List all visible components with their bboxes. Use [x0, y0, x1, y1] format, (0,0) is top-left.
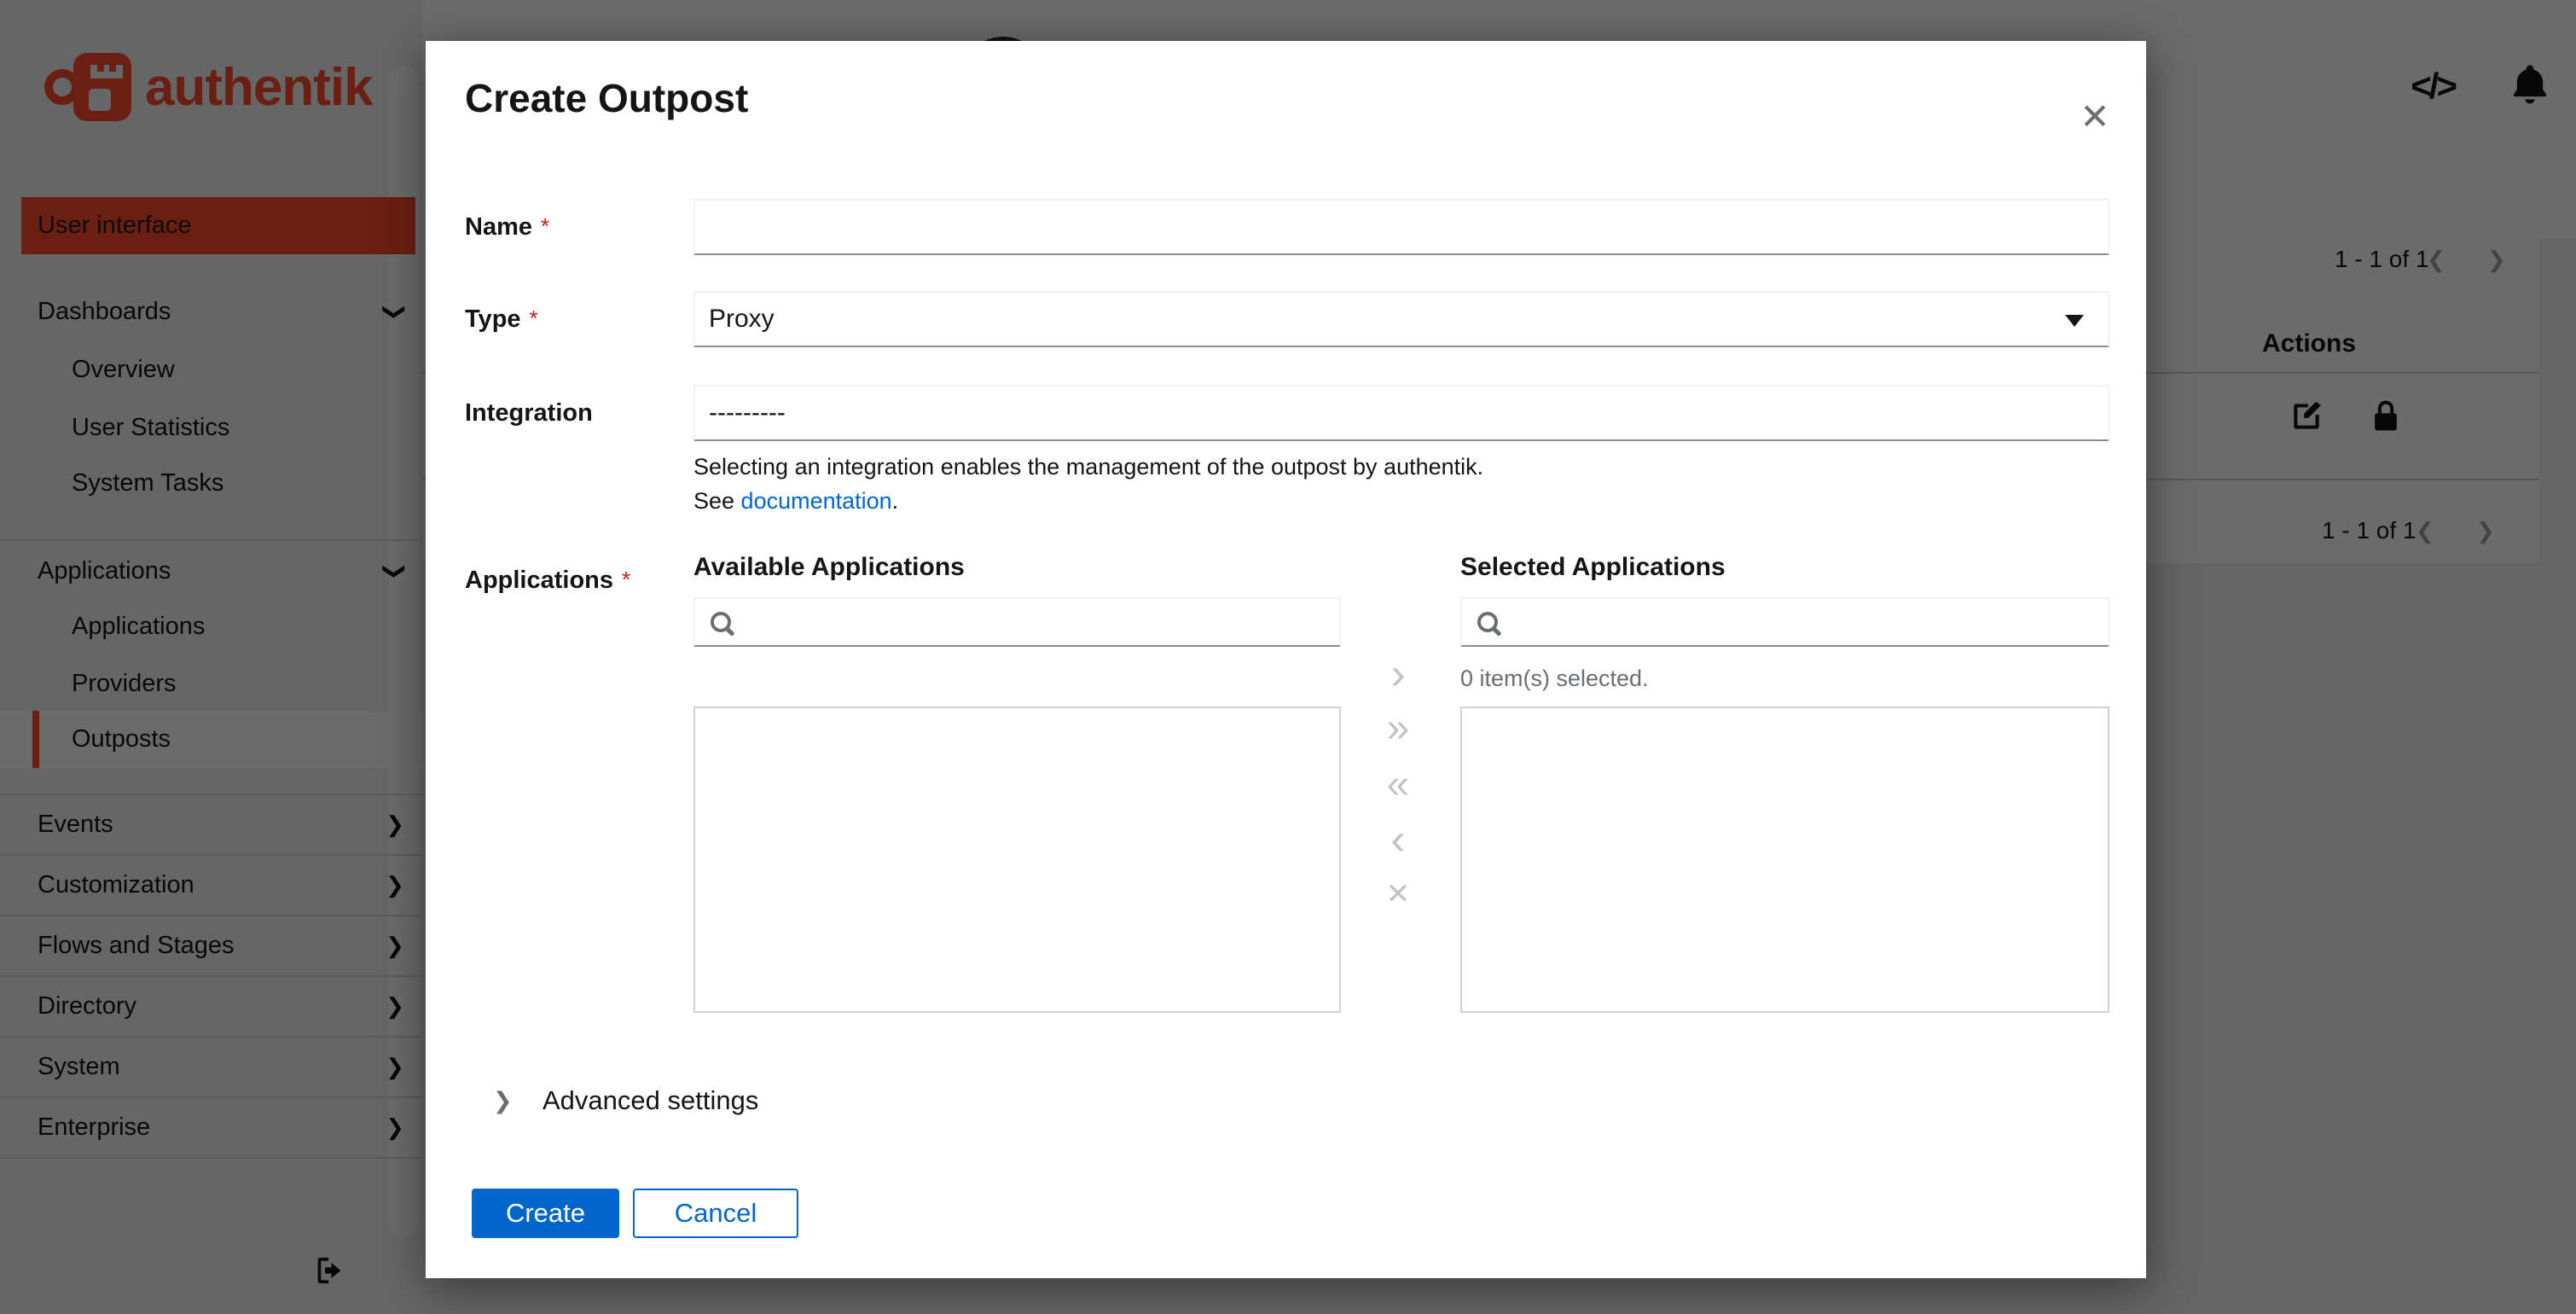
search-icon	[711, 612, 731, 632]
clear-selection-icon[interactable]: ✕	[1374, 873, 1422, 916]
required-asterisk: *	[529, 305, 538, 331]
create-button[interactable]: Create	[472, 1189, 619, 1238]
chevron-right-icon: ❯	[493, 1088, 513, 1113]
available-applications-search-input[interactable]	[693, 597, 1341, 647]
integration-label: Integration	[465, 399, 593, 427]
selected-applications-title: Selected Applications	[1460, 553, 1726, 581]
close-icon[interactable]: ✕	[2069, 90, 2121, 142]
type-label: Type *	[465, 305, 538, 333]
required-asterisk: *	[541, 213, 550, 239]
type-select[interactable]: Proxy	[693, 291, 2109, 347]
selected-count-label: 0 item(s) selected.	[1460, 666, 1649, 691]
documentation-link[interactable]: documentation	[741, 488, 892, 514]
remove-all-icon[interactable]: «	[1374, 762, 1422, 807]
applications-label: Applications *	[465, 567, 631, 594]
selected-applications-search-input[interactable]	[1460, 597, 2109, 647]
integration-select-value: ---------	[709, 398, 786, 427]
type-select-value: Proxy	[709, 305, 775, 333]
authentik-admin-app: </> 1 - 1 of 1 ❮ ❯ Actions 1 - 1 of 1 ❮ …	[0, 0, 2576, 1314]
name-input[interactable]	[693, 199, 2109, 255]
remove-selected-icon[interactable]: ‹	[1374, 817, 1422, 862]
modal-title: Create Outpost	[465, 76, 749, 120]
name-label: Name *	[465, 213, 550, 241]
create-outpost-modal: Create Outpost ✕ Name * Type * Proxy Integ…	[426, 41, 2146, 1278]
add-all-icon[interactable]: »	[1374, 706, 1422, 751]
available-applications-listbox[interactable]	[693, 706, 1341, 1013]
available-applications-title: Available Applications	[693, 553, 965, 581]
caret-down-icon	[2065, 315, 2084, 327]
advanced-settings-toggle[interactable]: Advanced settings	[542, 1084, 758, 1118]
add-selected-icon[interactable]: ›	[1374, 652, 1422, 696]
selected-applications-listbox[interactable]	[1460, 706, 2109, 1013]
cancel-button[interactable]: Cancel	[633, 1189, 798, 1238]
required-asterisk: *	[622, 567, 631, 592]
integration-select[interactable]: ---------	[693, 385, 2109, 441]
integration-help-doc: See documentation.	[693, 488, 899, 514]
integration-help-text: Selecting an integration enables the man…	[693, 454, 1484, 480]
search-icon	[1477, 612, 1498, 632]
